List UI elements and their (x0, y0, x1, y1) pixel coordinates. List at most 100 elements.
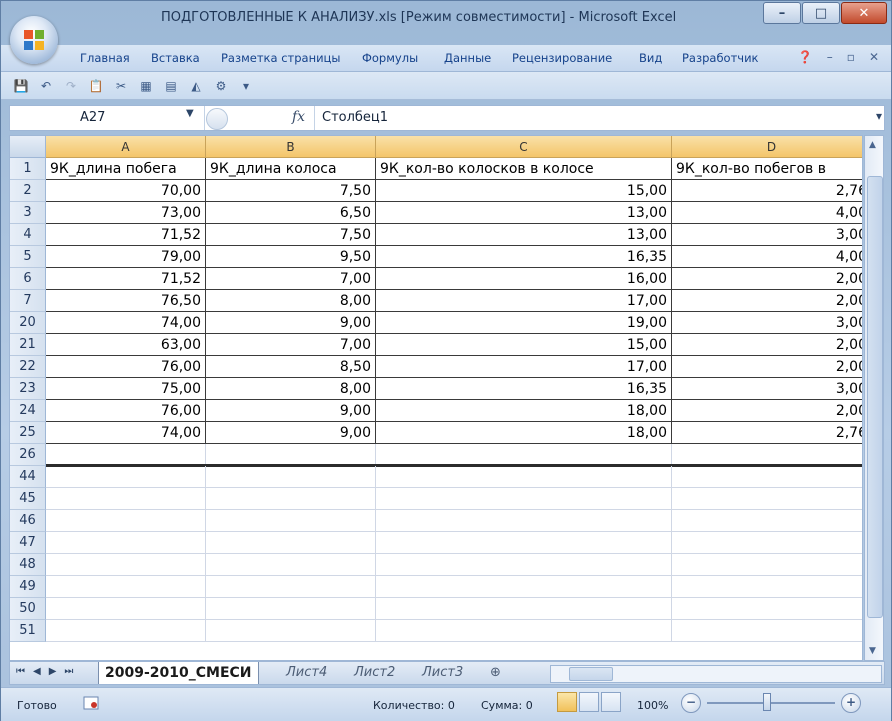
table-cell[interactable] (672, 532, 862, 554)
zoom-slider-thumb[interactable] (763, 693, 771, 711)
help-icon[interactable]: ❓ (798, 50, 813, 64)
page-break-view-button[interactable] (601, 692, 621, 712)
table-cell[interactable] (376, 620, 672, 642)
row-header[interactable]: 20 (10, 312, 46, 334)
table-cell[interactable]: 74,00 (46, 312, 206, 334)
table-cell[interactable] (206, 488, 376, 510)
page-layout-view-button[interactable] (579, 692, 599, 712)
row-header[interactable]: 49 (10, 576, 46, 598)
table-cell[interactable] (46, 598, 206, 620)
paste-icon[interactable]: 📋 (88, 78, 104, 94)
table-cell[interactable] (672, 466, 862, 488)
scroll-down-icon[interactable]: ▼ (869, 646, 876, 656)
table-cell[interactable]: 16,35 (376, 378, 672, 400)
table-cell[interactable]: 74,00 (46, 422, 206, 444)
table-cell[interactable]: 18,00 (376, 400, 672, 422)
table-cell[interactable] (672, 554, 862, 576)
save-icon[interactable]: 💾 (13, 78, 29, 94)
row-header[interactable]: 22 (10, 356, 46, 378)
table-cell[interactable]: 71,52 (46, 224, 206, 246)
name-box-dropdown-icon[interactable]: ▼ (186, 108, 194, 119)
tab-page-layout[interactable]: Разметка страницы (221, 51, 340, 65)
column-header-c[interactable]: C (376, 136, 672, 158)
table-cell[interactable]: 76,50 (46, 290, 206, 312)
table-cell[interactable]: 3,00 (672, 224, 862, 246)
row-header[interactable]: 45 (10, 488, 46, 510)
next-sheet-icon[interactable]: ▶ (49, 666, 57, 677)
first-sheet-icon[interactable]: ⏮ (16, 666, 25, 677)
table-cell[interactable] (46, 466, 206, 488)
table-cell[interactable]: 19,00 (376, 312, 672, 334)
table-cell[interactable]: 70,00 (46, 180, 206, 202)
sheet-tab-list2[interactable]: Лист2 (348, 662, 401, 684)
prev-sheet-icon[interactable]: ◀ (33, 666, 41, 677)
sheet-tab-active[interactable]: 2009-2010_СМЕСИ (98, 662, 259, 684)
column-header-a[interactable]: A (46, 136, 206, 158)
table-cell[interactable]: 15,00 (376, 180, 672, 202)
row-header[interactable]: 44 (10, 466, 46, 488)
tab-home[interactable]: Главная (80, 51, 130, 65)
table-cell[interactable]: 2,00 (672, 290, 862, 312)
table-cell[interactable] (376, 532, 672, 554)
table-cell[interactable] (46, 554, 206, 576)
table-cell[interactable]: 18,00 (376, 422, 672, 444)
table-cell[interactable] (376, 510, 672, 532)
table-cell[interactable] (206, 444, 376, 466)
table-cell[interactable] (46, 576, 206, 598)
row-header[interactable]: 5 (10, 246, 46, 268)
table-cell[interactable]: 13,00 (376, 202, 672, 224)
table-cell[interactable] (46, 488, 206, 510)
table-cell[interactable]: 9,50 (206, 246, 376, 268)
column-header-d[interactable]: D (672, 136, 862, 158)
table-cell[interactable]: 17,00 (376, 290, 672, 312)
table-cell[interactable] (376, 444, 672, 466)
formula-bar-resize-handle[interactable] (206, 108, 228, 130)
table-cell[interactable] (206, 554, 376, 576)
row-header[interactable]: 6 (10, 268, 46, 290)
table-cell[interactable]: 7,00 (206, 334, 376, 356)
table-cell[interactable]: 3,00 (672, 378, 862, 400)
borders-icon[interactable]: ▤ (163, 78, 179, 94)
sheet-tab-list3[interactable]: Лист3 (416, 662, 469, 684)
table-cell[interactable] (672, 576, 862, 598)
table-cell[interactable]: 17,00 (376, 356, 672, 378)
table-cell[interactable]: 2,76 (672, 422, 862, 444)
table-cell[interactable]: 3,00 (672, 312, 862, 334)
minimize-button[interactable]: – (763, 2, 801, 24)
chart-icon[interactable]: ▦ (138, 78, 154, 94)
header-cell[interactable]: 9К_кол-во колосков в колосе (376, 158, 672, 180)
table-cell[interactable] (206, 532, 376, 554)
table-cell[interactable]: 13,00 (376, 224, 672, 246)
tab-data[interactable]: Данные (444, 51, 491, 65)
name-box[interactable]: A27 ▼ (10, 106, 205, 130)
table-cell[interactable]: 2,76 (672, 180, 862, 202)
select-all-corner[interactable] (10, 136, 46, 158)
format-painter-icon[interactable]: ✂ (113, 78, 129, 94)
table-cell[interactable]: 7,50 (206, 180, 376, 202)
table-cell[interactable]: 9,00 (206, 400, 376, 422)
row-header[interactable]: 47 (10, 532, 46, 554)
table-cell[interactable]: 7,50 (206, 224, 376, 246)
header-cell[interactable]: 9К_длина колоса (206, 158, 376, 180)
header-cell[interactable]: 9К_кол-во побегов в (672, 158, 862, 180)
last-sheet-icon[interactable]: ⏭ (64, 666, 73, 677)
zoom-in-button[interactable]: + (841, 693, 861, 713)
table-cell[interactable] (376, 466, 672, 488)
table-cell[interactable]: 2,00 (672, 400, 862, 422)
table-cell[interactable]: 16,35 (376, 246, 672, 268)
formula-input[interactable]: Столбец1 (322, 110, 388, 125)
customize-toolbar-icon[interactable]: ▾ (238, 78, 254, 94)
worksheet-grid[interactable]: A B C D 1 9К_длина побега 9К_длина колоса 9К_ко… (9, 135, 863, 661)
redo-icon[interactable]: ↷ (63, 78, 79, 94)
table-cell[interactable] (672, 620, 862, 642)
undo-icon[interactable]: ↶ (38, 78, 54, 94)
table-cell[interactable]: 8,50 (206, 356, 376, 378)
table-cell[interactable] (46, 620, 206, 642)
horizontal-scroll-thumb[interactable] (569, 667, 613, 681)
table-cell[interactable]: 2,00 (672, 268, 862, 290)
table-cell[interactable]: 8,00 (206, 378, 376, 400)
table-cell[interactable] (376, 576, 672, 598)
table-cell[interactable] (206, 620, 376, 642)
row-header[interactable]: 23 (10, 378, 46, 400)
zoom-out-button[interactable]: − (681, 693, 701, 713)
